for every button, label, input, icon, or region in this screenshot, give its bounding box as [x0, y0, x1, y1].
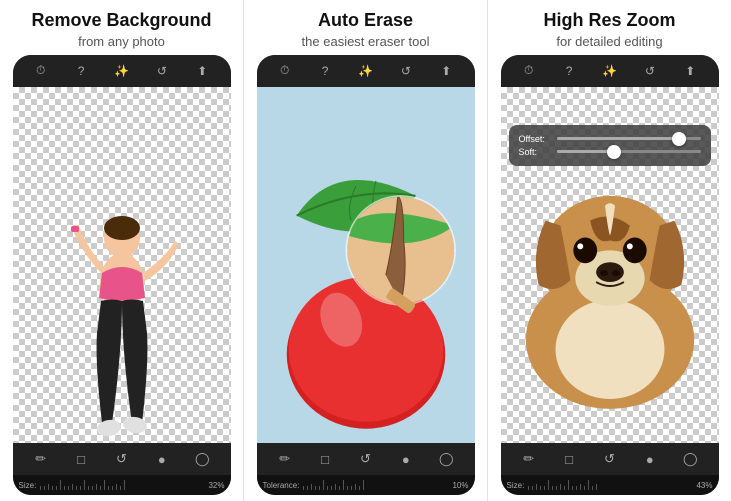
panel-2-title: Auto Erase	[252, 10, 479, 32]
phone-3-screen: Offset: Soft:	[501, 87, 719, 443]
ruler-3-value: 43%	[696, 481, 712, 490]
panel-1-title: Remove Background	[8, 10, 235, 32]
ruler-3-label: Size:	[507, 481, 525, 490]
offset-fill	[557, 137, 679, 140]
panel-remove-bg: Remove Background from any photo ⏱ ? ✨ ↺…	[0, 0, 244, 501]
panel-1-subtitle: from any photo	[8, 34, 235, 49]
rotate-icon-2: ↺	[397, 62, 415, 80]
soft-fill	[557, 150, 615, 153]
ruler-3-ticks	[528, 480, 692, 490]
share-icon-2: ⬆	[437, 62, 455, 80]
help-icon: ?	[72, 62, 90, 80]
panel-3-header: High Res Zoom for detailed editing	[488, 0, 731, 55]
eye-icon-2[interactable]: ◯	[436, 449, 456, 469]
offset-thumb[interactable]	[672, 132, 686, 146]
panel-3-title: High Res Zoom	[496, 10, 723, 32]
soft-label: Soft:	[519, 147, 551, 157]
share-icon-3: ⬆	[681, 62, 699, 80]
panel-1-header: Remove Background from any photo	[0, 0, 243, 55]
clock-icon: ⏱	[32, 62, 50, 80]
ruler-2-ticks	[303, 480, 448, 490]
camera-icon-2[interactable]: ●	[396, 449, 416, 469]
eraser-icon[interactable]: □	[71, 449, 91, 469]
panel-auto-erase: Auto Erase the easiest eraser tool ⏱ ? ✨…	[244, 0, 488, 501]
phone-1-bottombar: ✏ □ ↺ ● ◯	[13, 443, 231, 475]
camera-icon-3[interactable]: ●	[640, 449, 660, 469]
soft-row: Soft:	[519, 147, 701, 157]
help-icon-2: ?	[316, 62, 334, 80]
panel-3-subtitle: for detailed editing	[496, 34, 723, 49]
panel-2-subtitle: the easiest eraser tool	[252, 34, 479, 49]
phone-2: ⏱ ? ✨ ↺ ⬆	[257, 55, 475, 495]
phone-3-ruler: Size: 43%	[501, 475, 719, 495]
rotate-left-icon-3[interactable]: ↺	[599, 449, 619, 469]
apple-scene	[257, 87, 475, 443]
phone-2-ruler: Tolerance: 10%	[257, 475, 475, 495]
phone-1-topbar: ⏱ ? ✨ ↺ ⬆	[13, 55, 231, 87]
phone-3-topbar: ⏱ ? ✨ ↺ ⬆	[501, 55, 719, 87]
ruler-1-ticks	[40, 480, 204, 490]
share-icon: ⬆	[193, 62, 211, 80]
help-icon-3: ?	[560, 62, 578, 80]
camera-icon[interactable]: ●	[152, 449, 172, 469]
panel-2-header: Auto Erase the easiest eraser tool	[244, 0, 487, 55]
phone-2-screen	[257, 87, 475, 443]
ruler-2-label: Tolerance:	[263, 481, 300, 490]
offset-row: Offset:	[519, 134, 701, 144]
clock-icon-2: ⏱	[276, 62, 294, 80]
wand-icon: ✨	[112, 62, 130, 80]
phone-2-bottombar: ✏ □ ↺ ● ◯	[257, 443, 475, 475]
eraser-icon-2[interactable]: □	[315, 449, 335, 469]
rotate-left-icon-2[interactable]: ↺	[355, 449, 375, 469]
pencil-icon-3[interactable]: ✏	[519, 449, 539, 469]
pencil-icon[interactable]: ✏	[31, 449, 51, 469]
wand-icon-2: ✨	[356, 62, 374, 80]
phone-1-ruler: Size: 32%	[13, 475, 231, 495]
phone-3-bottombar: ✏ □ ↺ ● ◯	[501, 443, 719, 475]
eye-icon-3[interactable]: ◯	[680, 449, 700, 469]
rotate-icon-3: ↺	[641, 62, 659, 80]
app-screenshot: Remove Background from any photo ⏱ ? ✨ ↺…	[0, 0, 731, 501]
eraser-icon-3[interactable]: □	[559, 449, 579, 469]
offset-label: Offset:	[519, 134, 551, 144]
phone-1: ⏱ ? ✨ ↺ ⬆	[13, 55, 231, 495]
wand-icon-3: ✨	[600, 62, 618, 80]
soft-thumb[interactable]	[607, 145, 621, 159]
ruler-2-value: 10%	[452, 481, 468, 490]
phone-2-topbar: ⏱ ? ✨ ↺ ⬆	[257, 55, 475, 87]
offset-track[interactable]	[557, 137, 701, 140]
pencil-icon-2[interactable]: ✏	[275, 449, 295, 469]
clock-icon-3: ⏱	[520, 62, 538, 80]
eye-icon[interactable]: ◯	[192, 449, 212, 469]
phone-3: ⏱ ? ✨ ↺ ⬆	[501, 55, 719, 495]
zoom-overlay-panel: Offset: Soft:	[509, 125, 711, 166]
phone-1-screen	[13, 87, 231, 443]
rotate-icon: ↺	[153, 62, 171, 80]
ruler-1-value: 32%	[208, 481, 224, 490]
ruler-1-label: Size:	[19, 481, 37, 490]
panel-high-res-zoom: High Res Zoom for detailed editing ⏱ ? ✨…	[488, 0, 731, 501]
soft-track[interactable]	[557, 150, 701, 153]
woman-figure	[57, 153, 187, 443]
rotate-left-icon[interactable]: ↺	[111, 449, 131, 469]
